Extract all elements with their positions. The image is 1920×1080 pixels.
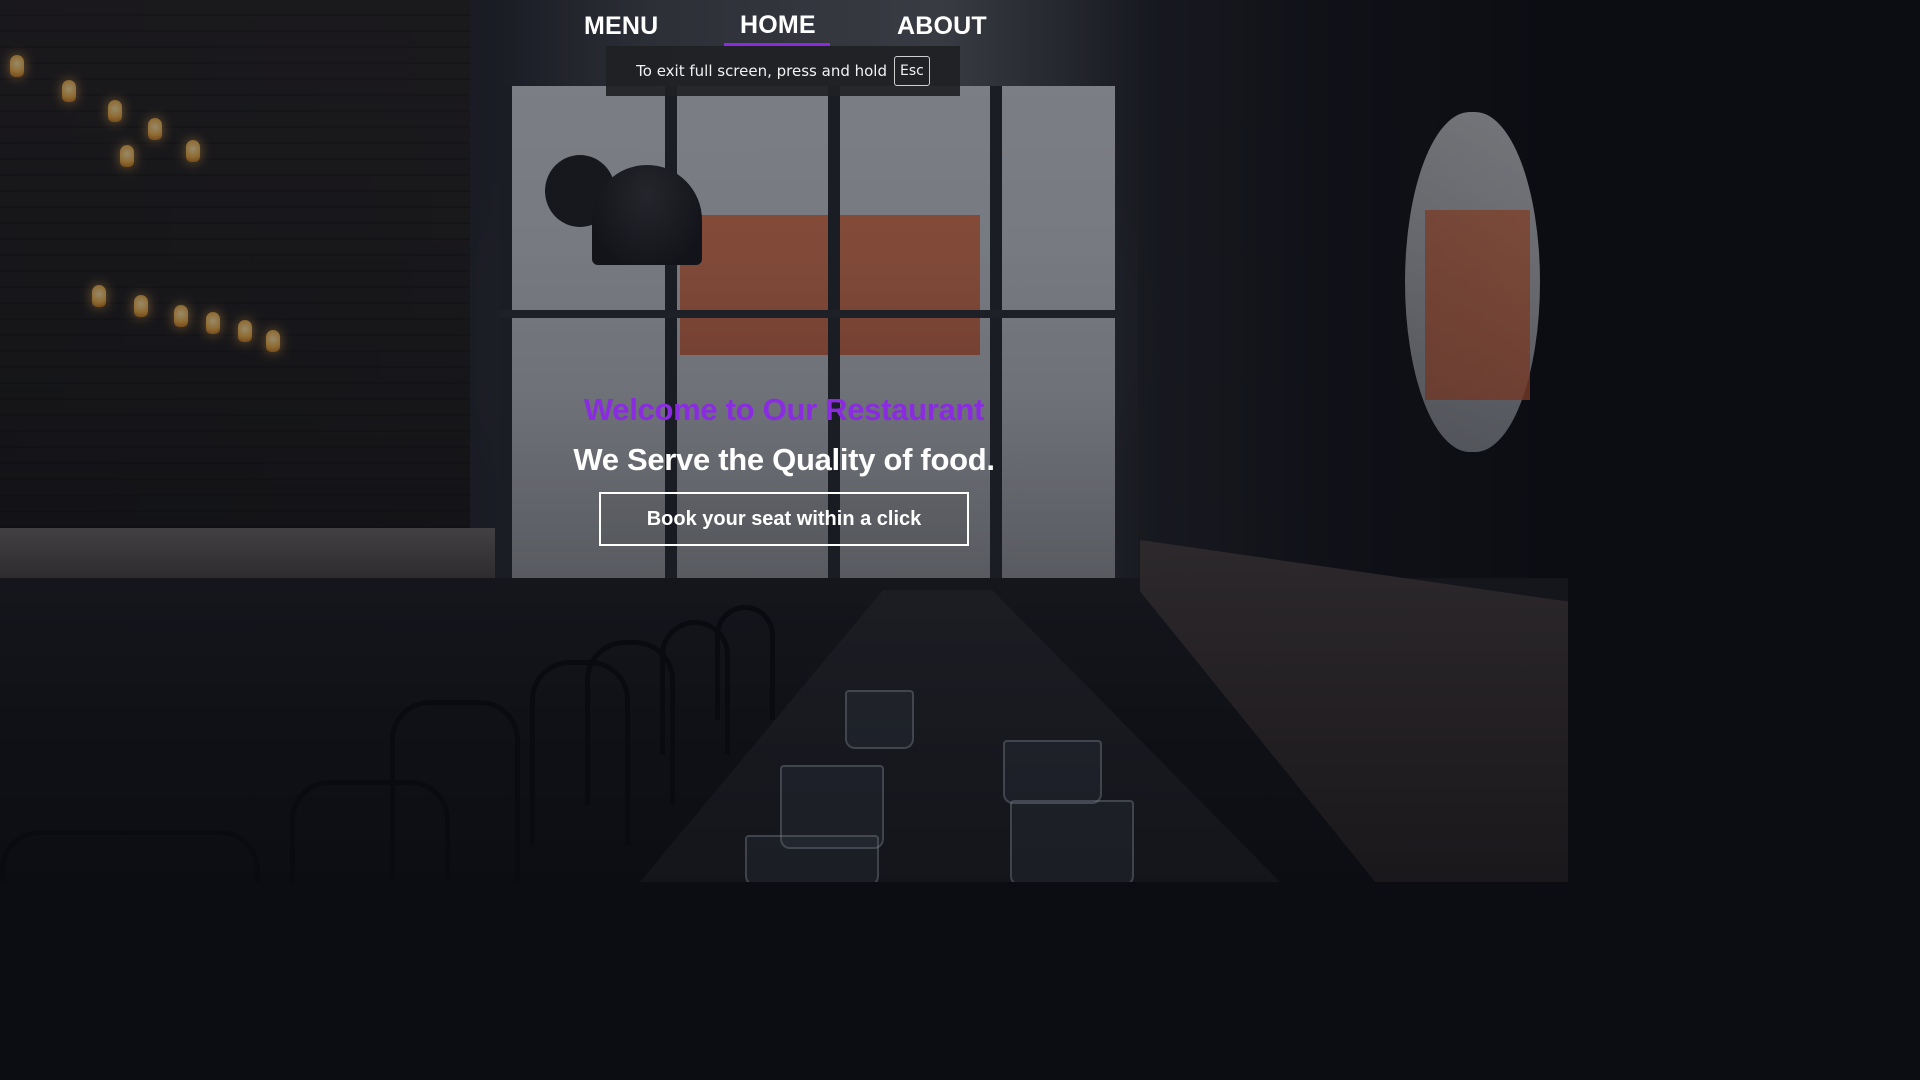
- nav-item-menu[interactable]: MENU: [584, 12, 658, 41]
- toast-message: To exit full screen, press and hold: [636, 62, 887, 80]
- hero-section: Welcome to Our Restaurant We Serve the Q…: [0, 388, 1568, 546]
- nav-item-about[interactable]: ABOUT: [897, 12, 987, 41]
- page: MENU HOME ABOUT To exit full screen, pre…: [0, 0, 1568, 882]
- hero-welcome-heading: Welcome to Our Restaurant: [583, 392, 985, 427]
- fullscreen-exit-toast: To exit full screen, press and hold Esc: [606, 46, 960, 96]
- book-seat-button[interactable]: Book your seat within a click: [599, 492, 969, 546]
- nav-item-home[interactable]: HOME: [740, 11, 816, 40]
- hero-tagline: We Serve the Quality of food.: [573, 442, 995, 477]
- esc-key-hint: Esc: [894, 56, 930, 86]
- top-nav: MENU HOME ABOUT: [0, 0, 1568, 50]
